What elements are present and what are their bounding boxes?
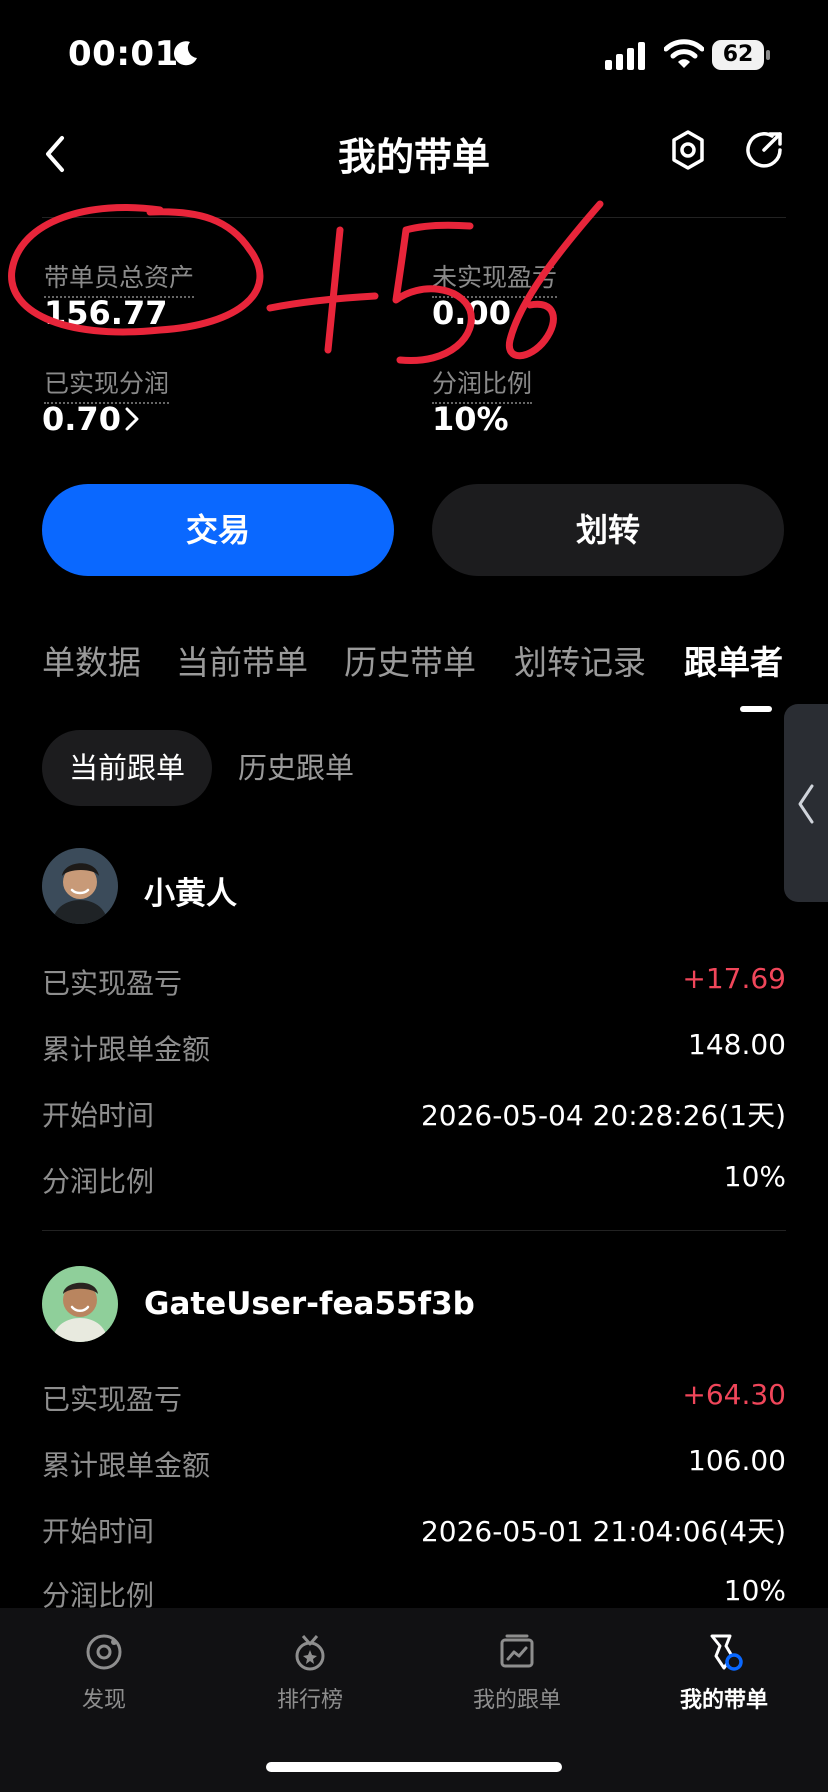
- moon-icon: [173, 41, 197, 66]
- nav-ranking-label: 排行榜: [276, 1688, 343, 1713]
- settings-icon[interactable]: [668, 128, 708, 172]
- subtab-current-follow[interactable]: 当前跟单: [42, 730, 212, 806]
- status-bar: 00:01 62: [0, 0, 828, 108]
- realized-share-value[interactable]: 0.70: [42, 400, 121, 438]
- card-divider: [42, 1230, 786, 1231]
- subtab-history-follow[interactable]: 历史跟单: [238, 730, 354, 806]
- share-ratio-row-label: 分润比例: [42, 1165, 155, 1198]
- avatar[interactable]: [42, 1266, 118, 1342]
- realized-pnl-value: +64.30: [682, 1378, 786, 1411]
- realized-pnl-label: 已实现盈亏: [42, 1383, 183, 1416]
- nav-my-lead-label: 我的带单: [679, 1688, 768, 1713]
- side-drawer-handle[interactable]: [784, 704, 828, 902]
- total-follow-amount-label: 累计跟单金额: [42, 1449, 211, 1482]
- nav-my-lead[interactable]: 我的带单: [644, 1632, 804, 1714]
- nav-my-copy[interactable]: 我的跟单: [437, 1632, 597, 1714]
- battery-percent: 62: [722, 42, 754, 67]
- tab-current-lead[interactable]: 当前带单: [176, 636, 308, 684]
- avatar[interactable]: [42, 848, 118, 924]
- total-follow-amount-value: 148.00: [688, 1028, 786, 1061]
- share-ratio-row-value: 10%: [723, 1160, 786, 1193]
- battery-icon: 62: [712, 40, 770, 70]
- header-divider: [42, 217, 786, 218]
- realized-share-label[interactable]: 已实现分润: [44, 364, 170, 404]
- ranking-icon: [295, 1635, 325, 1671]
- nav-my-copy-label: 我的跟单: [472, 1688, 561, 1713]
- my-lead-icon: [710, 1634, 743, 1671]
- user-avatar-icon: [42, 848, 118, 924]
- chevron-right-icon[interactable]: [124, 406, 140, 432]
- trade-button[interactable]: 交易: [42, 484, 394, 576]
- total-follow-amount-label: 累计跟单金额: [42, 1033, 211, 1066]
- nav-discover[interactable]: 发现: [24, 1632, 184, 1714]
- tab-transfer-records[interactable]: 划转记录: [514, 636, 646, 684]
- my-copy-icon: [500, 1634, 534, 1668]
- unrealized-pnl-label[interactable]: 未实现盈亏: [432, 258, 558, 298]
- follower-name: 小黄人: [144, 876, 237, 912]
- start-time-value: 2026-05-01 21:04:06(4天): [420, 1515, 786, 1548]
- nav-header: 我的带单: [0, 108, 828, 218]
- start-time-label: 开始时间: [42, 1515, 155, 1548]
- transfer-button[interactable]: 划转: [432, 484, 784, 576]
- chevron-left-icon: [798, 784, 814, 824]
- signal-icon: [605, 42, 645, 70]
- tab-history-lead[interactable]: 历史带单: [344, 636, 476, 684]
- section-tabs: 单数据 当前带单 历史带单 划转记录 跟单者: [0, 636, 828, 696]
- wifi-icon: [664, 39, 704, 68]
- follower-name: GateUser-fea55f3b: [144, 1286, 475, 1322]
- total-assets-value: 156.77: [44, 294, 168, 332]
- total-follow-amount-value: 106.00: [688, 1444, 786, 1477]
- share-icon[interactable]: [742, 128, 786, 172]
- status-time: 00:01: [68, 34, 179, 74]
- realized-pnl-label: 已实现盈亏: [42, 967, 183, 1000]
- share-ratio-row-value: 10%: [723, 1574, 786, 1607]
- nav-discover-label: 发现: [81, 1688, 126, 1713]
- nav-ranking[interactable]: 排行榜: [230, 1632, 390, 1714]
- tab-followers[interactable]: 跟单者: [684, 636, 783, 684]
- start-time-label: 开始时间: [42, 1099, 155, 1132]
- start-time-value: 2026-05-04 20:28:26(1天): [420, 1099, 786, 1132]
- unrealized-pnl-value: 0.00: [432, 294, 511, 332]
- user-avatar-icon: [42, 1266, 118, 1342]
- total-assets-label[interactable]: 带单员总资产: [44, 258, 195, 298]
- discover-icon: [86, 1634, 122, 1670]
- realized-pnl-value: +17.69: [682, 962, 786, 995]
- share-ratio-value: 10%: [432, 400, 509, 438]
- active-tab-indicator: [740, 706, 772, 712]
- home-indicator: [266, 1762, 562, 1772]
- share-ratio-label[interactable]: 分润比例: [432, 364, 533, 404]
- tab-data[interactable]: 单数据: [42, 636, 141, 684]
